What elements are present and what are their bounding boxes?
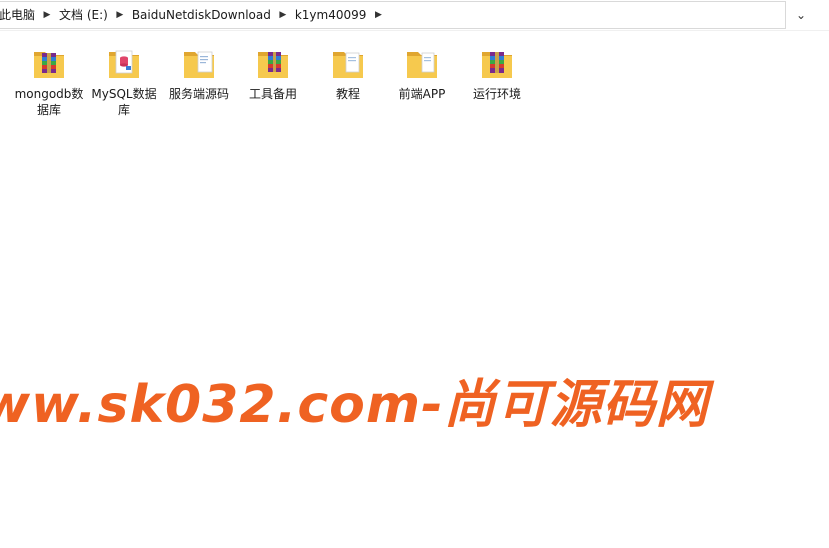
folder-name: 工具备用 (248, 87, 297, 101)
folder-icon (184, 51, 214, 78)
address-history-dropdown[interactable]: ⌄ (790, 1, 812, 29)
folder-item[interactable]: mongodb数据库 (11, 46, 87, 118)
folder-name: 服务端源码 (168, 87, 229, 101)
folder-item[interactable]: 教程 (310, 46, 386, 102)
mysql-folder-icon (109, 50, 139, 78)
chevron-down-icon: ⌄ (795, 8, 807, 22)
folder-name: 运行环境 (472, 87, 521, 101)
folder-item[interactable]: 服务端源码 (161, 46, 237, 102)
winrar-folder-icon (482, 52, 512, 78)
chevron-right-icon[interactable]: ▶ (370, 2, 386, 28)
folder-icon (407, 52, 437, 78)
folder-name: mongodb数据库 (14, 87, 84, 117)
toolbar-divider (0, 30, 829, 31)
folder-item[interactable]: 工具备用 (235, 46, 311, 102)
chevron-right-icon[interactable]: ▶ (39, 2, 55, 28)
folder-name: 教程 (335, 87, 360, 101)
folder-name: MySQL数据库 (91, 87, 157, 117)
chevron-right-icon[interactable]: ▶ (275, 2, 291, 28)
breadcrumb-drive-e[interactable]: 文档 (E:) (55, 2, 112, 28)
address-bar[interactable]: 此电脑 ▶ 文档 (E:) ▶ BaiduNetdiskDownload ▶ k… (0, 1, 786, 29)
breadcrumb-k1ym40099[interactable]: k1ym40099 (291, 2, 371, 28)
folder-item[interactable]: 运行环境 (459, 46, 535, 102)
folder-item[interactable]: 前端APP (384, 46, 460, 102)
breadcrumb-baidunetdiskdownload[interactable]: BaiduNetdiskDownload (128, 2, 275, 28)
folder-name: 前端APP (398, 87, 446, 101)
winrar-folder-icon (34, 52, 64, 78)
watermark-text: ww.sk032.com-尚可源码网 (0, 375, 709, 435)
folder-item[interactable]: MySQL数据库 (86, 46, 162, 118)
folder-icon (333, 52, 363, 78)
explorer-window: 此电脑 ▶ 文档 (E:) ▶ BaiduNetdiskDownload ▶ k… (0, 0, 829, 548)
chevron-right-icon[interactable]: ▶ (112, 2, 128, 28)
winrar-folder-icon (258, 52, 288, 78)
breadcrumb-this-pc[interactable]: 此电脑 (0, 2, 39, 28)
